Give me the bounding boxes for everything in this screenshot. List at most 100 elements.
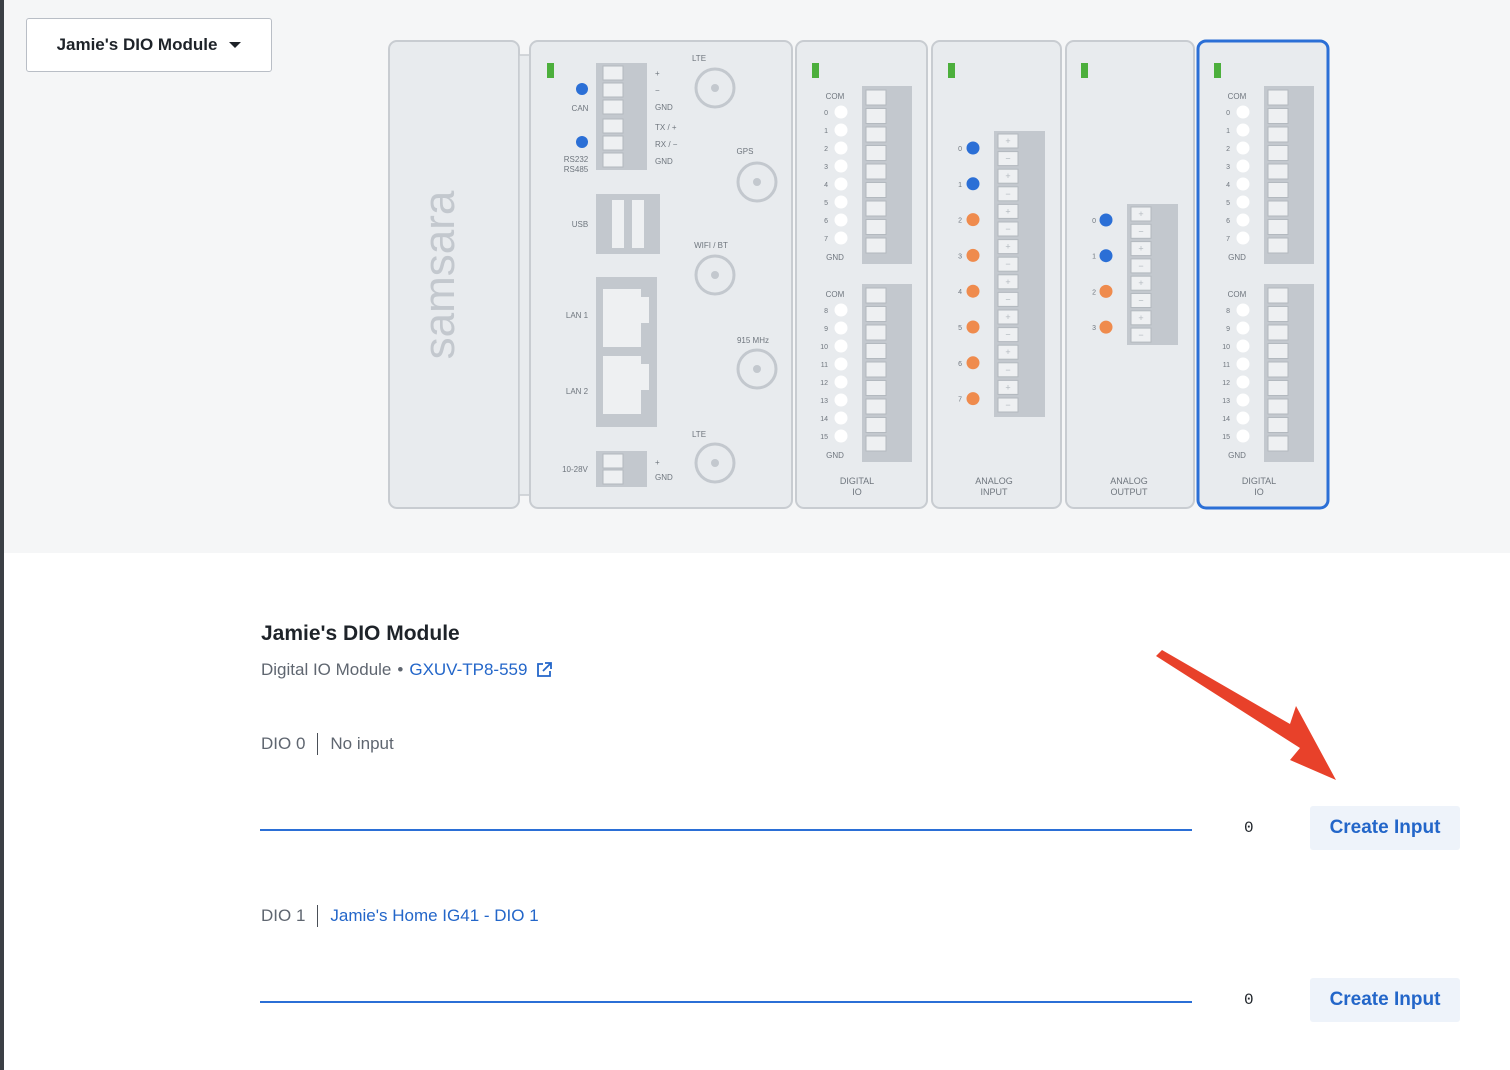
svg-text:GND: GND — [655, 157, 673, 166]
pin-led — [966, 284, 980, 298]
pin-label: 5 — [1226, 200, 1230, 207]
gnd-label: GND — [1228, 253, 1246, 262]
pin-led — [834, 321, 848, 335]
pin-led — [966, 177, 980, 191]
svg-text:DIGITAL: DIGITAL — [840, 476, 874, 486]
svg-text:−: − — [1005, 330, 1010, 340]
svg-text:−: − — [1138, 296, 1143, 306]
svg-text:+: + — [1005, 206, 1010, 216]
serial-number: GXUV-TP8-559 — [409, 660, 528, 679]
svg-text:−: − — [1138, 226, 1143, 236]
svg-text:+: + — [655, 69, 660, 78]
com-label: COM — [826, 92, 845, 101]
svg-text:+: + — [1005, 347, 1010, 357]
pin-led — [1236, 339, 1250, 353]
pin-led — [834, 411, 848, 425]
module-type: Digital IO Module — [261, 660, 392, 679]
pin-led — [1236, 303, 1250, 317]
svg-text:IO: IO — [1254, 487, 1264, 497]
pin-led — [834, 357, 848, 371]
io-input-link[interactable]: Jamie's Home IG41 - DIO 1 — [330, 906, 538, 926]
svg-text:LTE: LTE — [692, 54, 706, 63]
io-status: No input — [330, 734, 394, 753]
device-diagram: samsara CAN RS232 RS485 + − GND TX / + RX /… — [388, 39, 1330, 510]
pin-led — [966, 141, 980, 155]
gnd-label: GND — [1228, 451, 1246, 460]
svg-text:+: + — [1005, 382, 1010, 392]
pin-led — [1236, 177, 1250, 191]
pin-led — [1099, 284, 1113, 298]
create-input-button-dio0[interactable]: Create Input — [1310, 806, 1460, 850]
pin-label: 1 — [824, 128, 828, 135]
pin-led — [1099, 213, 1113, 227]
pin-led — [966, 356, 980, 370]
io-value: 0 — [1244, 819, 1254, 837]
pin-label: 3 — [1226, 164, 1230, 171]
com-label: COM — [826, 290, 845, 299]
pin-led — [834, 213, 848, 227]
pin-label: 5 — [958, 325, 962, 332]
svg-text:GND: GND — [655, 473, 673, 482]
io-chart-line-dio0 — [260, 829, 1192, 831]
com-label: COM — [1228, 290, 1247, 299]
module-select-dropdown[interactable]: Jamie's DIO Module — [26, 18, 272, 72]
io-value: 0 — [1244, 991, 1254, 1009]
pin-label: 14 — [1222, 416, 1230, 423]
pin-led — [834, 429, 848, 443]
svg-text:+: + — [1005, 242, 1010, 252]
svg-text:−: − — [1138, 330, 1143, 340]
gnd-label: GND — [826, 253, 844, 262]
pin-label: 11 — [821, 362, 828, 369]
serial-link[interactable]: GXUV-TP8-559 — [409, 660, 553, 680]
pin-led — [834, 105, 848, 119]
gnd-label: GND — [826, 451, 844, 460]
pin-led — [834, 195, 848, 209]
pin-label: 9 — [824, 326, 828, 333]
svg-text:RS232: RS232 — [564, 155, 589, 164]
svg-text:RX / −: RX / − — [655, 140, 678, 149]
pin-label: 4 — [958, 289, 962, 296]
pin-label: 7 — [1226, 236, 1230, 243]
svg-text:GPS: GPS — [737, 147, 754, 156]
pin-label: 4 — [1226, 182, 1230, 189]
create-input-button-dio1[interactable]: Create Input — [1310, 978, 1460, 1022]
pin-label: 3 — [958, 253, 962, 260]
pin-led — [834, 231, 848, 245]
svg-text:IO: IO — [852, 487, 862, 497]
pin-label: 3 — [1092, 325, 1096, 332]
pin-label: 1 — [958, 182, 962, 189]
pin-led — [834, 393, 848, 407]
pin-label: 10 — [820, 344, 828, 351]
pin-label: 8 — [824, 308, 828, 315]
status-led — [547, 63, 554, 78]
pin-led — [834, 141, 848, 155]
pin-label: 3 — [824, 164, 828, 171]
svg-text:10-28V: 10-28V — [562, 465, 588, 474]
annotation-arrow-icon — [1156, 650, 1336, 780]
svg-text:TX / +: TX / + — [655, 123, 677, 132]
pin-label: 11 — [1223, 362, 1230, 369]
pin-led — [1236, 213, 1250, 227]
pin-led — [1236, 357, 1250, 371]
pin-label: 0 — [1226, 110, 1230, 117]
pin-label: 2 — [824, 146, 828, 153]
svg-text:−: − — [1005, 294, 1010, 304]
pin-led — [1236, 141, 1250, 155]
svg-text:USB: USB — [572, 220, 588, 229]
svg-text:−: − — [655, 86, 660, 95]
svg-text:LAN 1: LAN 1 — [566, 311, 589, 320]
svg-text:GND: GND — [655, 103, 673, 112]
pin-led — [1236, 411, 1250, 425]
pin-led — [1236, 123, 1250, 137]
pin-led — [834, 123, 848, 137]
pin-label: 7 — [824, 236, 828, 243]
svg-text:+: + — [1005, 312, 1010, 322]
io-row-dio0-header: DIO 0 No input — [261, 733, 394, 755]
svg-text:−: − — [1005, 400, 1010, 410]
pin-led — [966, 320, 980, 334]
pin-label: 15 — [1222, 434, 1230, 441]
svg-text:INPUT: INPUT — [981, 487, 1009, 497]
svg-text:RS485: RS485 — [564, 165, 589, 174]
pin-led — [1236, 321, 1250, 335]
pin-led — [1236, 393, 1250, 407]
